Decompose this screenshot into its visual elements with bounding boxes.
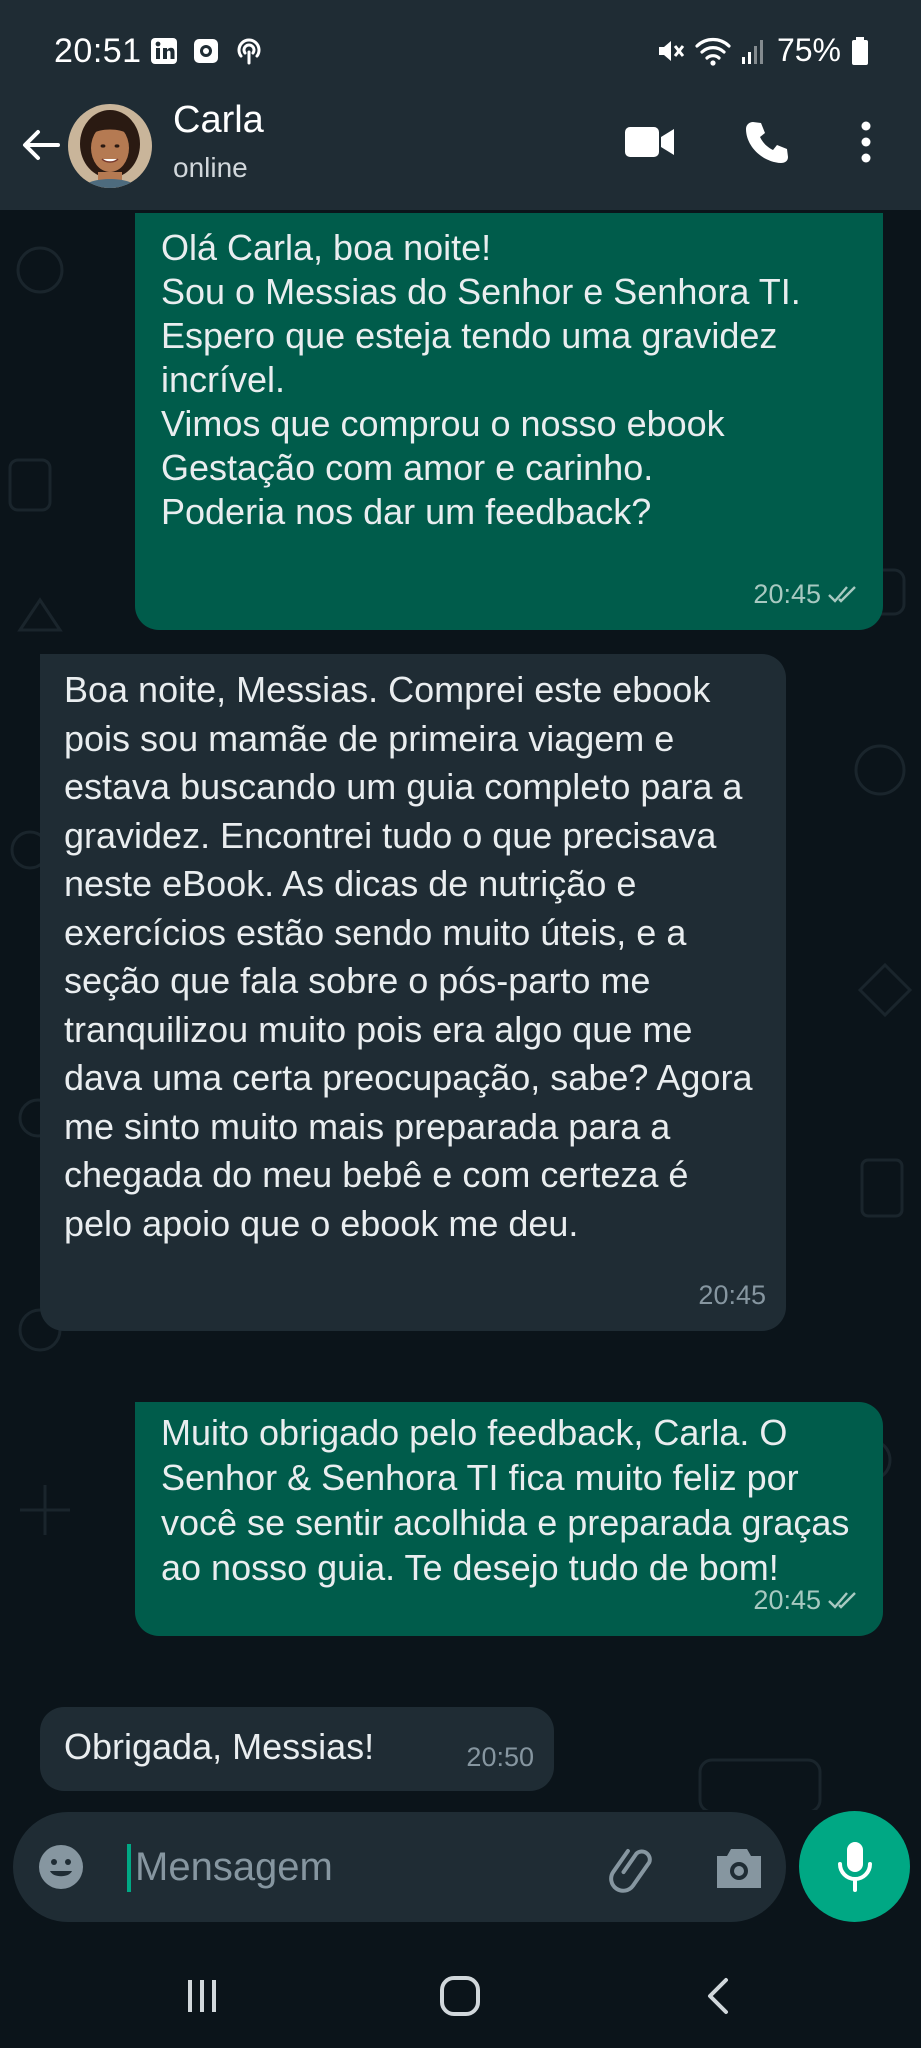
text-cursor (127, 1844, 131, 1892)
wifi-icon (695, 37, 731, 66)
recent-apps-button[interactable] (178, 1972, 226, 2020)
message-time: 20:50 (466, 1742, 534, 1772)
camera-icon[interactable] (713, 1844, 765, 1892)
message-time: 20:45 (698, 1280, 766, 1310)
voice-call-button[interactable] (738, 114, 794, 170)
read-ticks-icon (828, 586, 856, 603)
message-time: 20:45 (753, 579, 821, 609)
hotspot-icon (237, 38, 261, 65)
message-text: Olá Carla, boa noite! Sou o Messias do S… (161, 227, 801, 532)
linkedin-icon (151, 38, 177, 64)
status-time: 20:51 (54, 32, 142, 70)
message-bubble-incoming[interactable]: Obrigada, Messias! 20:50 (40, 1707, 554, 1791)
battery-icon (852, 36, 868, 65)
message-input[interactable] (133, 1836, 437, 1898)
video-call-icon (625, 127, 674, 157)
battery-percent: 75% (776, 32, 841, 68)
message-bubble-outgoing[interactable]: Muito obrigado pelo feedback, Carla. O S… (135, 1402, 883, 1636)
microphone-icon (837, 1841, 872, 1892)
message-text: Obrigada, Messias! (64, 1726, 375, 1767)
back-arrow-icon[interactable] (18, 123, 62, 167)
message-bubble-outgoing[interactable]: Olá Carla, boa noite! Sou o Messias do S… (135, 213, 883, 630)
avatar[interactable] (68, 104, 152, 188)
message-composer (13, 1812, 786, 1922)
status-bar: 20:51 75% (0, 0, 921, 104)
back-nav-button[interactable] (694, 1972, 742, 2020)
chat-header: Carla online (0, 99, 921, 210)
emoji-icon[interactable] (37, 1843, 85, 1891)
system-navigation-bar (0, 1930, 921, 2048)
chat-area[interactable]: Olá Carla, boa noite! Sou o Messias do S… (0, 210, 921, 1810)
attach-icon[interactable] (609, 1842, 661, 1894)
home-icon (440, 1976, 480, 2016)
signal-icon (741, 39, 763, 64)
contact-status: online (173, 152, 248, 183)
mute-icon (658, 40, 685, 61)
message-text: Muito obrigado pelo feedback, Carla. O S… (161, 1412, 850, 1588)
contact-name[interactable]: Carla (173, 99, 264, 142)
voice-call-icon (746, 122, 788, 163)
more-options-icon (861, 121, 871, 163)
avatar-photo (68, 104, 152, 188)
message-text: Boa noite, Messias. Comprei este ebook p… (64, 669, 753, 1244)
video-call-button[interactable] (622, 114, 678, 170)
home-button[interactable] (436, 1972, 484, 2020)
notification-icon (194, 39, 218, 63)
recent-apps-icon (188, 1980, 216, 2012)
read-ticks-icon (828, 1592, 856, 1609)
more-options-button[interactable] (838, 114, 894, 170)
message-bubble-incoming[interactable]: Boa noite, Messias. Comprei este ebook p… (40, 654, 786, 1331)
voice-message-button[interactable] (799, 1811, 910, 1922)
message-time: 20:45 (753, 1585, 821, 1615)
back-nav-icon (708, 1978, 728, 2014)
